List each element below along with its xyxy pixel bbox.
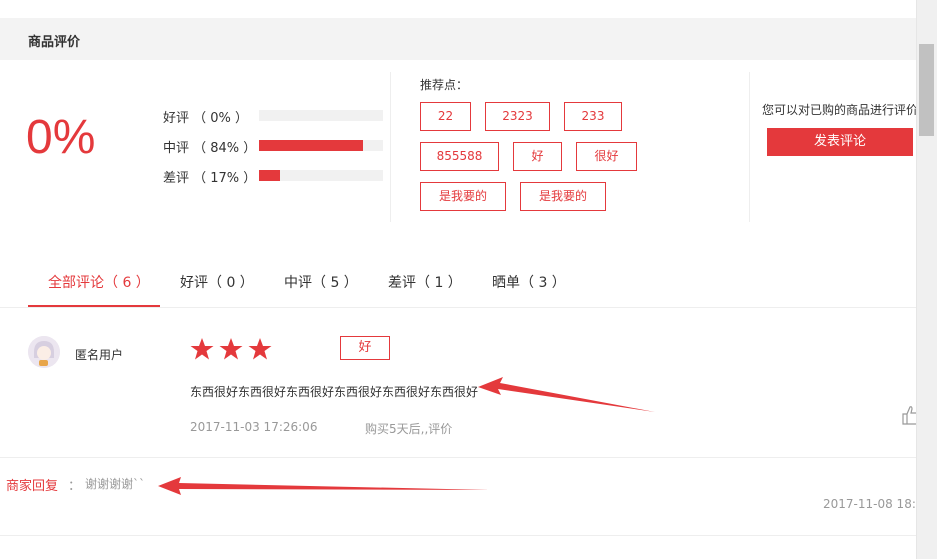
review-hint: 您可以对已购的商品进行评价: [762, 103, 916, 117]
divider: [390, 72, 391, 222]
tab-bad-reviews[interactable]: 差评（ 1 ）: [388, 272, 462, 292]
recommend-tag[interactable]: 很好: [576, 142, 637, 171]
comment-tag: 好: [340, 336, 390, 360]
merchant-reply-label: 商家回复: [6, 479, 59, 494]
reply-date: 2017-11-08 18:: [823, 497, 916, 511]
rating-label: 差评 （ 17% ）: [163, 171, 257, 186]
bottom-divider: [0, 535, 916, 536]
comment-text: 东西很好东西很好东西很好东西很好东西很好东西很好: [190, 385, 479, 399]
star-icon: [248, 338, 272, 360]
comment-date: 2017-11-03 17:26:06: [190, 420, 318, 434]
recommend-tag[interactable]: 2323: [485, 102, 550, 131]
rating-bar-fill: [259, 140, 364, 151]
recommend-tag[interactable]: 好: [513, 142, 562, 171]
recommend-tag[interactable]: 是我要的: [420, 182, 506, 211]
comment-username: 匿名用户: [75, 348, 124, 362]
rating-bar-fill: [259, 170, 281, 181]
tab-all-reviews[interactable]: 全部评论（ 6 ）: [48, 272, 150, 292]
rating-row-medium: 中评 （ 84% ）: [163, 137, 393, 156]
rating-label: 好评 （ 0% ）: [163, 111, 249, 126]
recommend-tag[interactable]: 233: [564, 102, 622, 131]
reply-colon: ：: [68, 479, 82, 494]
post-review-button[interactable]: 发表评论: [767, 128, 913, 156]
rating-bar-track: [259, 140, 383, 151]
star-icon: [190, 338, 214, 360]
reply-divider: [0, 457, 916, 458]
arrow-icon: [158, 477, 490, 495]
recommend-title: 推荐点：: [420, 78, 469, 92]
recommend-tag[interactable]: 855588: [420, 142, 499, 171]
overall-rating: 0%: [26, 111, 96, 164]
comment-stars: [190, 337, 277, 361]
merchant-reply-text: 谢谢谢谢``: [85, 477, 146, 491]
divider: [749, 72, 750, 222]
scrollbar-thumb[interactable]: [919, 44, 934, 136]
scrollbar[interactable]: [916, 0, 937, 559]
recommend-tag[interactable]: 是我要的: [520, 182, 606, 211]
tab-good-reviews[interactable]: 好评（ 0 ）: [180, 272, 254, 292]
tab-photo-reviews[interactable]: 晒单（ 3 ）: [492, 272, 566, 292]
tab-medium-reviews[interactable]: 中评（ 5 ）: [284, 272, 358, 292]
arrow-icon: [478, 377, 655, 412]
recommend-tag[interactable]: 22: [420, 102, 471, 131]
rating-bar-track: [259, 110, 383, 121]
star-icon: [219, 338, 243, 360]
section-title: 商品评价: [28, 35, 81, 50]
rating-bar-track: [259, 170, 383, 181]
tabs-divider: [0, 307, 916, 308]
rating-row-good: 好评 （ 0% ）: [163, 107, 393, 126]
comment-after-purchase: 购买5天后,,评价: [365, 422, 453, 436]
rating-label: 中评 （ 84% ）: [163, 141, 257, 156]
section-header: 商品评价: [0, 18, 916, 60]
rating-row-bad: 差评 （ 17% ）: [163, 167, 393, 186]
avatar: [28, 336, 60, 368]
